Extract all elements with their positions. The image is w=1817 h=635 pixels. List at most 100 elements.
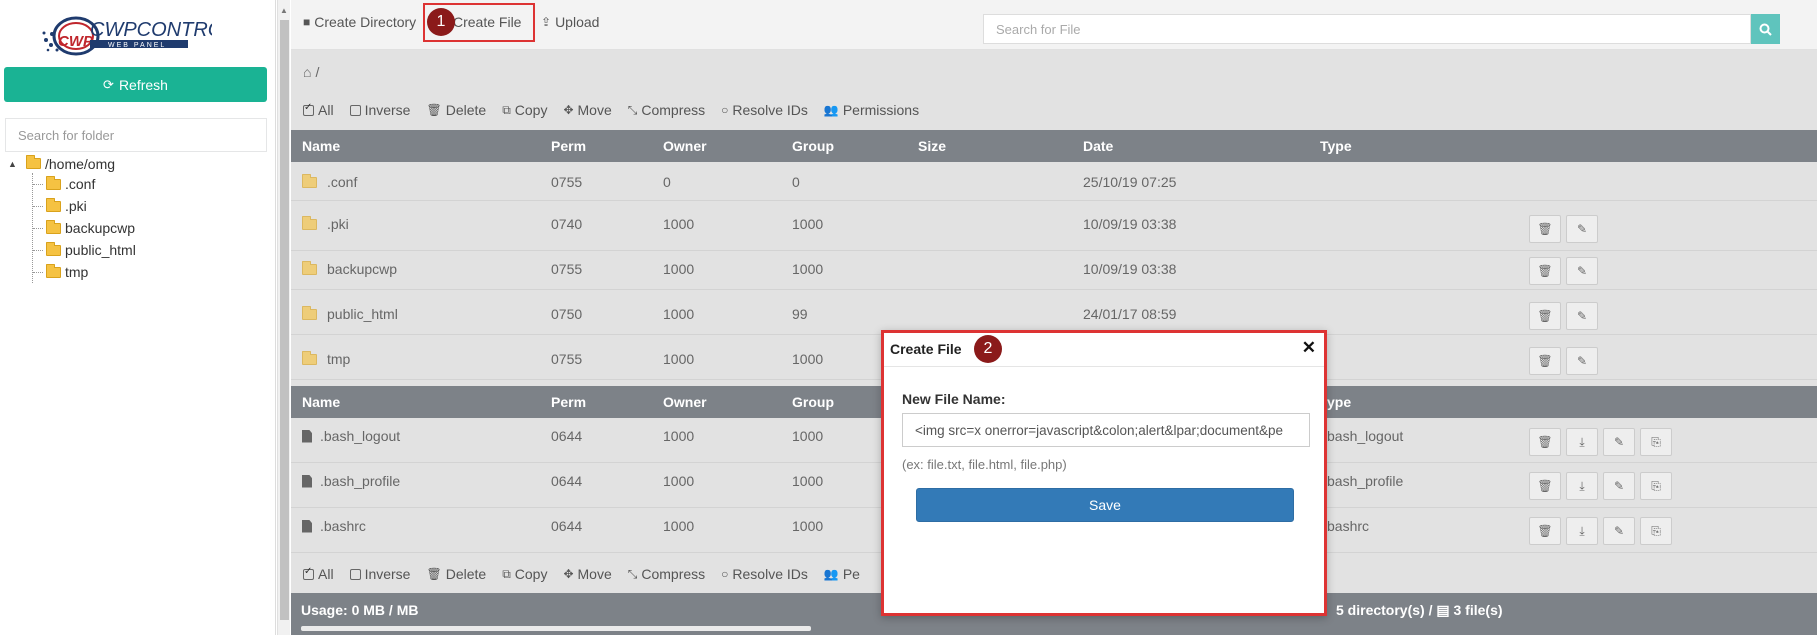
edit-icon: ✎ (1576, 222, 1588, 236)
delete-row-button[interactable]: 🗑 (1529, 215, 1561, 243)
compress-button[interactable]: ⤡ Compress (628, 102, 705, 118)
col-name[interactable]: Name (302, 394, 340, 410)
home-icon[interactable]: ⌂ (303, 64, 311, 80)
dir-name-cell[interactable]: public_html (302, 305, 398, 322)
file-name-cell[interactable]: .bashrc (302, 518, 366, 534)
upload-button[interactable]: ⇪ Upload (541, 14, 599, 30)
col-name[interactable]: Name (302, 138, 340, 154)
refresh-button[interactable]: ⟳ Refresh (4, 67, 267, 102)
perm-cell: 0755 (551, 174, 583, 190)
download-row-button[interactable]: ⤓ (1566, 472, 1598, 500)
upload-icon: ⇪ (541, 15, 552, 29)
copy-button[interactable]: ⧉ Copy (502, 102, 547, 118)
download-row-button[interactable]: ⤓ (1566, 517, 1598, 545)
dir-name-cell[interactable]: .pki (302, 215, 349, 232)
file-name-cell[interactable]: .bash_logout (302, 428, 400, 444)
edit-row-button[interactable]: ✎ (1603, 517, 1635, 545)
svg-text:WEB PANEL: WEB PANEL (108, 42, 166, 49)
table-row[interactable]: .pki 0740 1000 1000 10/09/19 03:38 🗑 ✎ (291, 206, 1817, 251)
col-group[interactable]: Group (792, 394, 834, 410)
create-directory-button[interactable]: ■ Create Directory (303, 14, 416, 30)
delete-row-button[interactable]: 🗑 (1529, 472, 1561, 500)
move-icon: ✥ (563, 103, 574, 117)
file-icon (302, 519, 312, 533)
trash-icon: 🗑 (1537, 479, 1553, 493)
tree-item-tmp[interactable]: tmp (33, 261, 136, 283)
copy-button[interactable]: ⧉ Copy (502, 566, 547, 582)
col-type[interactable]: ype (1327, 394, 1351, 410)
download-row-button[interactable]: ⤓ (1566, 428, 1598, 456)
checked-checkbox-icon (303, 102, 314, 116)
delete-row-button[interactable]: 🗑 (1529, 347, 1561, 375)
compress-button[interactable]: ⤡ Compress (628, 566, 705, 582)
permissions-button[interactable]: 👥 Pe (824, 566, 860, 582)
select-all-button[interactable]: All (303, 102, 334, 118)
move-button[interactable]: ✥ Move (563, 102, 611, 118)
tree-root-home-omg[interactable]: ▲ /home/omg (8, 154, 136, 173)
tree-collapse-icon[interactable]: ▲ (8, 159, 26, 169)
vertical-scrollbar[interactable]: ▲ (277, 0, 290, 635)
edit-row-button[interactable]: ✎ (1603, 472, 1635, 500)
edit-row-button[interactable]: ✎ (1566, 257, 1598, 285)
horizontal-scrollbar[interactable] (301, 626, 811, 631)
col-owner[interactable]: Owner (663, 138, 707, 154)
date-cell: 25/10/19 07:25 (1083, 174, 1177, 190)
col-type[interactable]: Type (1320, 138, 1352, 154)
resolve-ids-button[interactable]: ○ Resolve IDs (721, 566, 808, 582)
copy-icon: ⧉ (502, 566, 511, 581)
col-perm[interactable]: Perm (551, 138, 586, 154)
file-name-cell[interactable]: .bash_profile (302, 473, 400, 489)
perm-cell: 0755 (551, 351, 583, 367)
file-name-input[interactable] (902, 413, 1310, 447)
date-cell: 24/01/17 08:59 (1083, 306, 1177, 322)
breadcrumb: ⌂ / (303, 64, 319, 80)
select-all-button[interactable]: All (303, 566, 334, 582)
code-edit-row-button[interactable]: ⎘ (1640, 517, 1672, 545)
tree-item-public-html[interactable]: public_html (33, 239, 136, 261)
folder-icon (302, 260, 317, 275)
trash-icon: 🗑 (426, 567, 442, 581)
table-row[interactable]: .conf 0755 0 0 25/10/19 07:25 (291, 162, 1817, 201)
delete-button[interactable]: 🗑 Delete (426, 102, 486, 118)
delete-row-button[interactable]: 🗑 (1529, 428, 1561, 456)
tree-item-backupcwp[interactable]: backupcwp (33, 217, 136, 239)
col-owner[interactable]: Owner (663, 394, 707, 410)
edit-row-button[interactable]: ✎ (1566, 347, 1598, 375)
select-inverse-button[interactable]: Inverse (349, 102, 410, 118)
dir-name-cell[interactable]: backupcwp (302, 260, 397, 277)
scroll-up-icon[interactable]: ▲ (280, 6, 288, 15)
folder-search-input[interactable] (5, 118, 267, 152)
dir-name-cell[interactable]: tmp (302, 350, 350, 367)
folder-tree: ▲ /home/omg .conf .pki backupcwp public_… (8, 154, 136, 283)
scrollbar-thumb[interactable] (280, 20, 289, 620)
tree-item-pki[interactable]: .pki (33, 195, 136, 217)
save-button[interactable]: Save (916, 488, 1294, 522)
folder-sidebar: CWP CWPCONTROL WEB PANEL ⟳ Refresh ▲ /ho… (0, 0, 276, 635)
code-edit-row-button[interactable]: ⎘ (1640, 472, 1672, 500)
delete-button[interactable]: 🗑 Delete (426, 566, 486, 582)
close-icon[interactable]: ✕ (1302, 338, 1316, 358)
delete-row-button[interactable]: 🗑 (1529, 257, 1561, 285)
code-edit-row-button[interactable]: ⎘ (1640, 428, 1672, 456)
tree-item-conf[interactable]: .conf (33, 173, 136, 195)
edit-row-button[interactable]: ✎ (1566, 302, 1598, 330)
move-button[interactable]: ✥ Move (563, 566, 611, 582)
col-size[interactable]: Size (918, 138, 946, 154)
resolve-ids-button[interactable]: ○ Resolve IDs (721, 102, 808, 118)
table-row[interactable]: backupcwp 0755 1000 1000 10/09/19 03:38 … (291, 251, 1817, 290)
edit-row-button[interactable]: ✎ (1566, 215, 1598, 243)
delete-row-button[interactable]: 🗑 (1529, 517, 1561, 545)
col-group[interactable]: Group (792, 138, 834, 154)
file-search-button[interactable] (1751, 14, 1780, 44)
dir-name-cell[interactable]: .conf (302, 173, 357, 190)
edit-row-button[interactable]: ✎ (1603, 428, 1635, 456)
permissions-button[interactable]: 👥 Permissions (824, 102, 919, 118)
download-icon: ⤓ (1579, 478, 1585, 493)
select-inverse-button[interactable]: Inverse (349, 566, 410, 582)
owner-cell: 1000 (663, 428, 695, 444)
col-perm[interactable]: Perm (551, 394, 586, 410)
group-cell: 1000 (792, 428, 824, 444)
delete-row-button[interactable]: 🗑 (1529, 302, 1561, 330)
col-date[interactable]: Date (1083, 138, 1113, 154)
file-search-input[interactable] (983, 14, 1751, 44)
